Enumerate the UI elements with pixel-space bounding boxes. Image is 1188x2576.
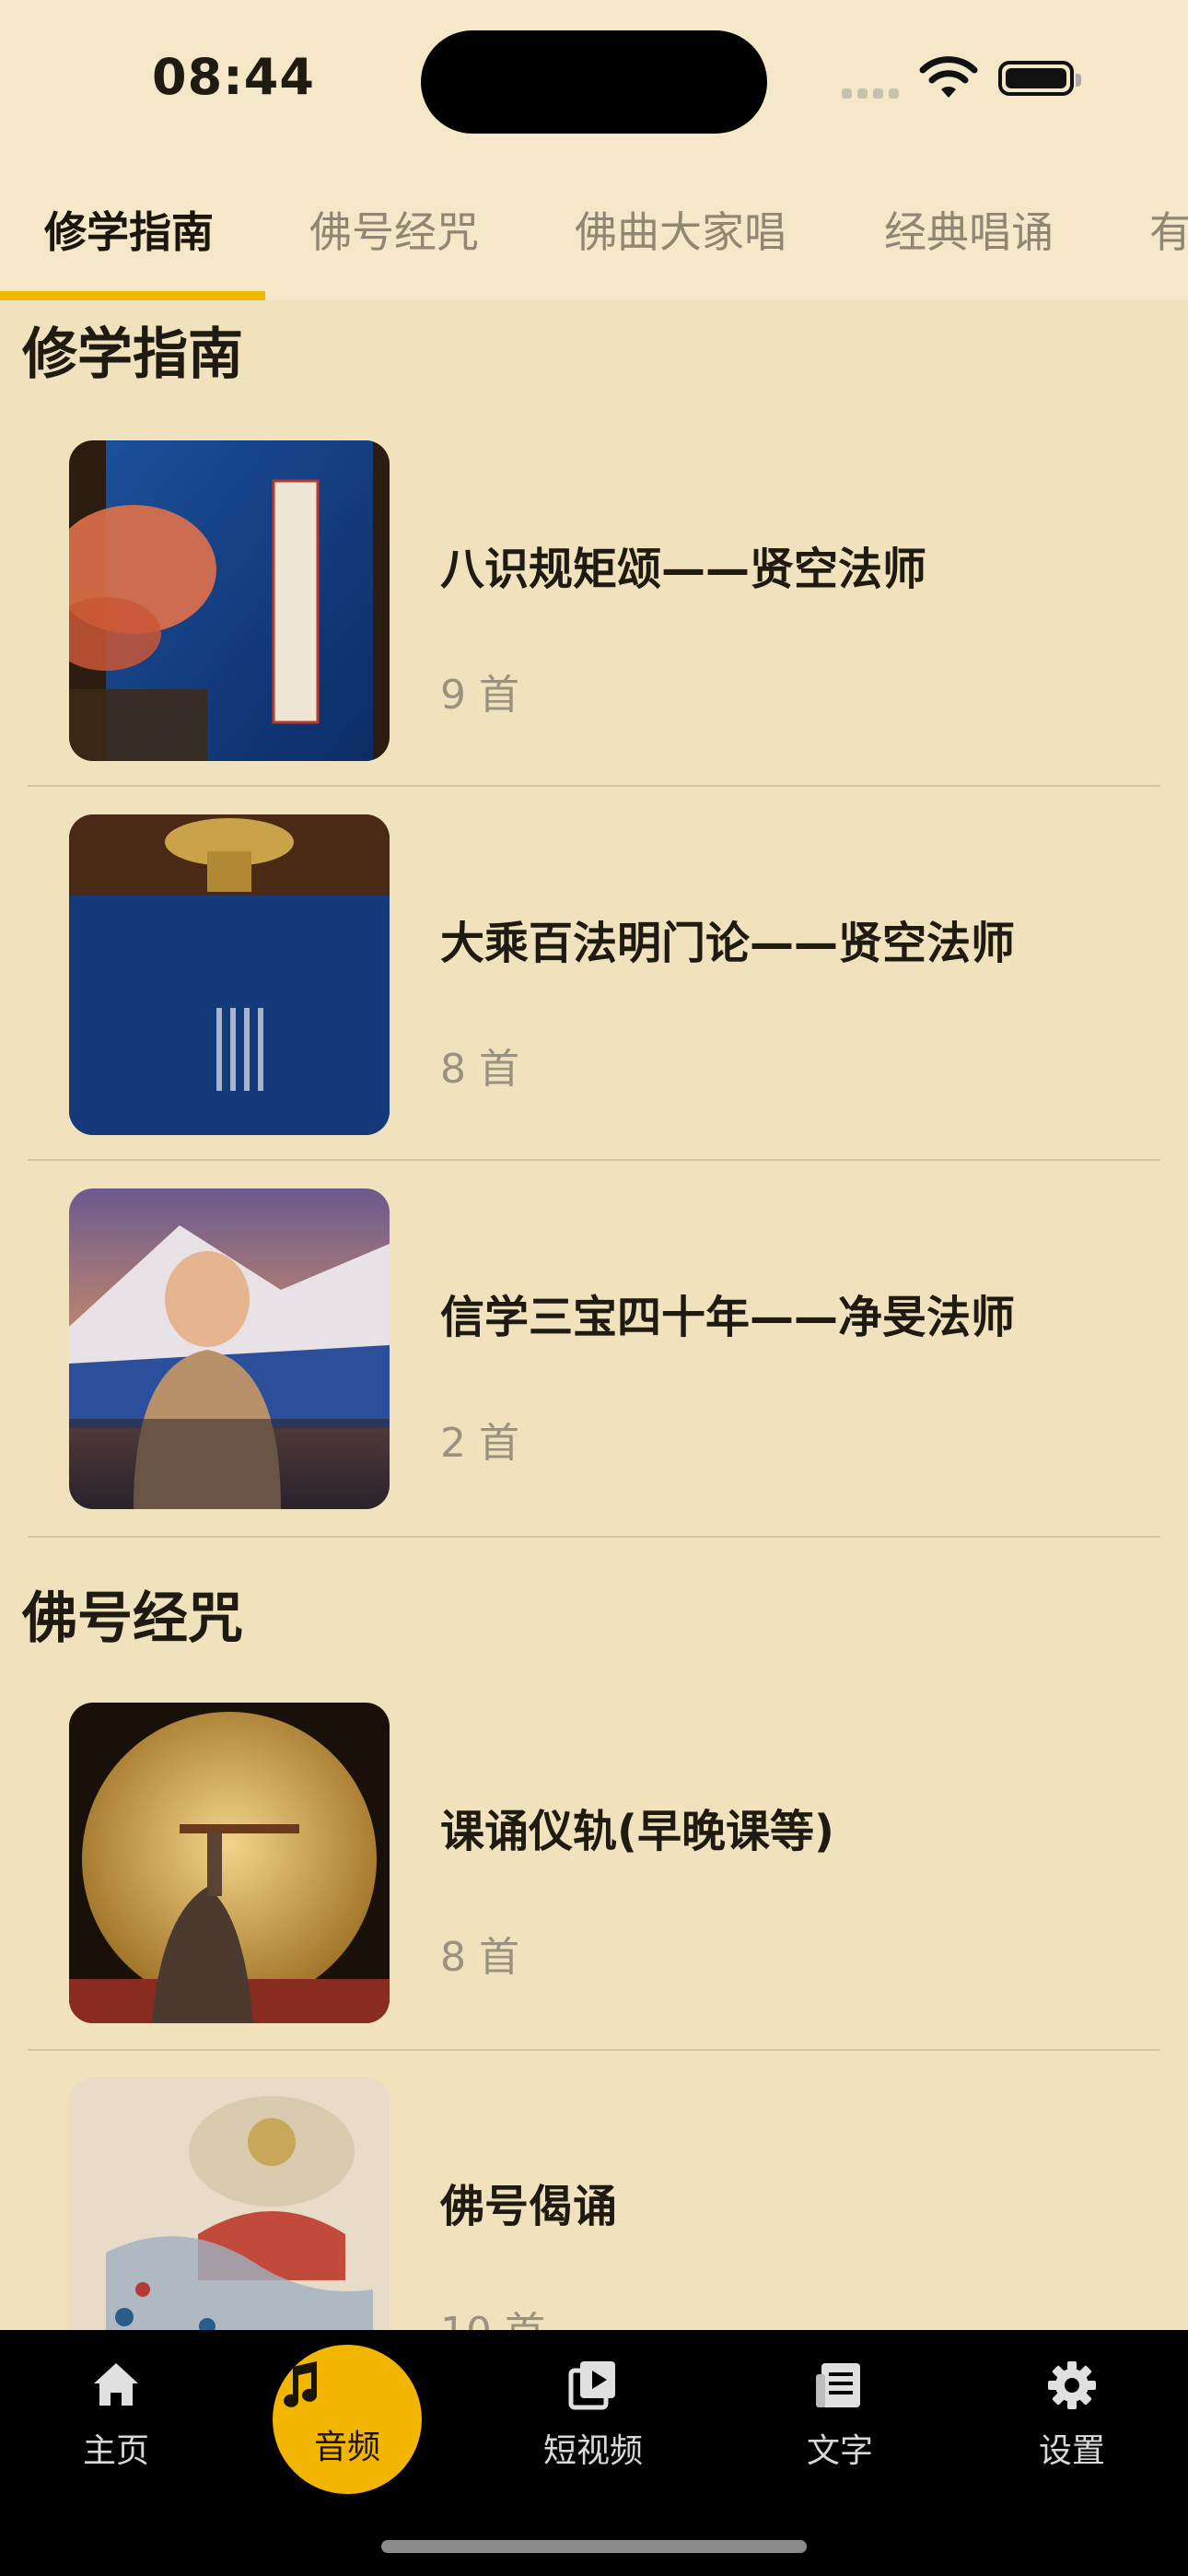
section-title: 佛号经咒	[22, 1587, 243, 1651]
album-cover	[69, 1188, 390, 1509]
tab-text[interactable]: 文字	[766, 2358, 914, 2472]
home-icon	[94, 2363, 138, 2406]
tab-short-video[interactable]: 短视频	[519, 2358, 667, 2472]
wifi-icon	[919, 56, 978, 98]
status-time: 08:44	[152, 48, 315, 106]
tab-buddha-name-mantra[interactable]: 佛号经咒	[309, 199, 479, 260]
tab-more[interactable]: 有	[1149, 199, 1188, 260]
tab-study-guide[interactable]: 修学指南	[44, 199, 214, 260]
status-bar: 08:44	[0, 0, 1188, 162]
tab-label: 短视频	[542, 2432, 643, 2470]
tab-label: 音频	[313, 2429, 380, 2466]
list-item[interactable]: 信学三宝四十年——净旻法师 2 首	[28, 1188, 1160, 1509]
list-item[interactable]: 课诵仪轨(早晚课等) 8 首	[28, 1703, 1160, 2023]
tab-classic-chanting[interactable]: 经典唱诵	[884, 199, 1054, 260]
battery-icon	[998, 61, 1081, 96]
item-title: 课诵仪轨(早晚课等)	[440, 1806, 834, 1857]
tab-audio[interactable]: 音频	[273, 2345, 422, 2494]
album-cover	[69, 440, 390, 761]
album-cover	[69, 814, 390, 1135]
active-tab-indicator	[0, 291, 265, 300]
music-note-icon	[284, 2361, 318, 2407]
bottom-tab-bar: 主页 音频 短视频 文字 设置	[0, 2330, 1188, 2576]
divider	[28, 2049, 1160, 2051]
item-title: 信学三宝四十年——净旻法师	[440, 1292, 1016, 1343]
item-count: 2 首	[440, 1420, 519, 1467]
item-count: 8 首	[440, 1046, 519, 1093]
tab-settings[interactable]: 设置	[998, 2358, 1146, 2472]
section-title: 修学指南	[22, 322, 243, 387]
album-cover	[69, 1703, 390, 2023]
divider	[28, 1536, 1160, 1538]
video-icon	[568, 2361, 615, 2410]
item-count: 9 首	[440, 672, 519, 719]
category-tabs: 修学指南 佛号经咒 佛曲大家唱 经典唱诵 有	[0, 162, 1188, 300]
item-count: 8 首	[440, 1934, 519, 1981]
item-title: 大乘百法明门论——贤空法师	[440, 918, 1016, 969]
tab-label: 设置	[1038, 2432, 1105, 2470]
item-title: 佛号偈诵	[440, 2181, 618, 2232]
home-indicator[interactable]	[381, 2540, 807, 2553]
dynamic-island	[421, 30, 767, 134]
divider	[28, 1159, 1160, 1161]
document-icon	[816, 2363, 860, 2407]
list-item[interactable]: 大乘百法明门论——贤空法师 8 首	[28, 814, 1160, 1135]
tab-buddhist-songs[interactable]: 佛曲大家唱	[575, 199, 786, 260]
gear-icon	[1048, 2361, 1096, 2409]
tab-home[interactable]: 主页	[42, 2358, 190, 2472]
item-title: 八识规矩颂——贤空法师	[440, 544, 927, 595]
tab-label: 文字	[806, 2432, 873, 2470]
divider	[28, 785, 1160, 787]
cellular-signal-icon	[842, 85, 904, 102]
list-item[interactable]: 八识规矩颂——贤空法师 9 首	[28, 440, 1160, 761]
tab-label: 主页	[82, 2432, 149, 2470]
